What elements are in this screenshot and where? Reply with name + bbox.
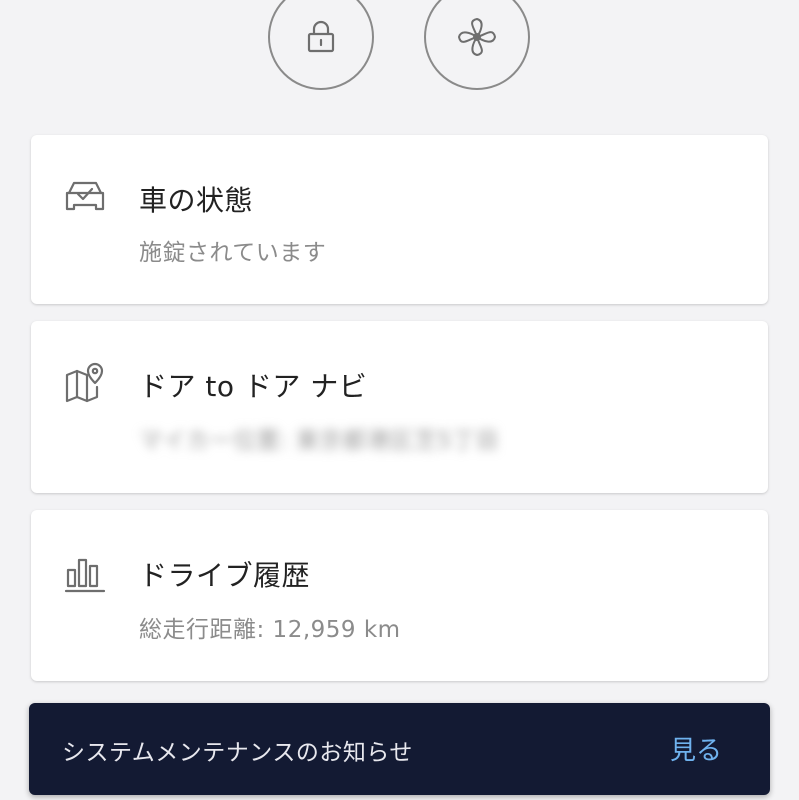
navi-location-subtitle: マイカー位置: 東京都港区芝5丁目: [139, 428, 500, 454]
vehicle-status-card[interactable]: 車の状態 施錠されています: [31, 135, 768, 304]
navi-title: ドア to ドア ナビ: [139, 370, 368, 403]
fan-icon: [458, 18, 496, 56]
vehicle-status-title: 車の状態: [139, 184, 254, 217]
door-to-door-navi-card[interactable]: ドア to ドア ナビ マイカー位置: 東京都港区芝5丁目: [31, 321, 768, 493]
drive-history-title: ドライブ履歴: [139, 559, 311, 592]
vehicle-status-subtitle: 施錠されています: [139, 240, 327, 266]
climate-button[interactable]: [424, 0, 530, 90]
maintenance-snackbar: システムメンテナンスのお知らせ 見る: [29, 703, 770, 795]
drive-history-card[interactable]: ドライブ履歴 総走行距離: 12,959 km: [31, 510, 768, 681]
bar-chart-icon: [63, 552, 107, 596]
snackbar-view-button[interactable]: 見る: [670, 730, 722, 767]
lock-icon: [307, 20, 335, 53]
snackbar-message: システムメンテナンスのお知らせ: [62, 740, 413, 766]
car-check-icon: [63, 173, 107, 217]
total-mileage: 総走行距離: 12,959 km: [139, 617, 401, 643]
lock-button[interactable]: [268, 0, 374, 90]
map-pin-icon: [63, 361, 107, 405]
vehicle-dashboard: 車の状態 施錠されています ドア to ドア ナビ マイカー位置: 東京都港区芝…: [0, 0, 799, 800]
